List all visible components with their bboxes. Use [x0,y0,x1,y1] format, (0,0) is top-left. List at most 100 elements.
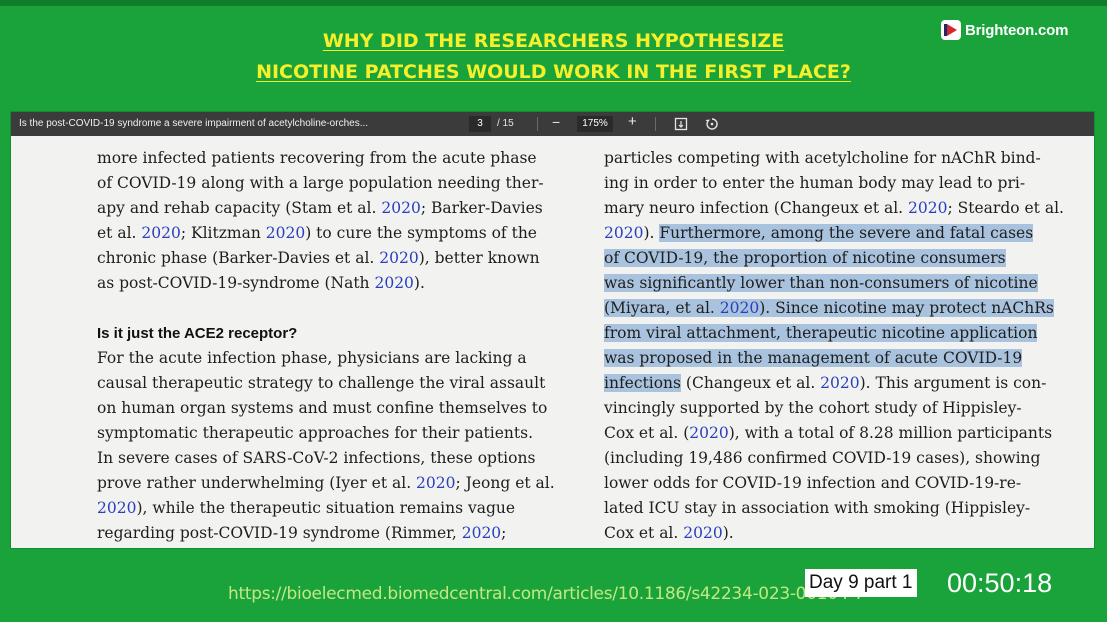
text-line: regarding post-COVID-19 syndrome (Rimmer… [97,521,577,546]
video-timer: 00:50:18 [947,568,1053,598]
citation-link[interactable]: 2020 [374,274,413,292]
brighteon-logo-text: Brighteon.com [965,21,1069,39]
citation-link[interactable]: 2020 [141,224,180,242]
text-line: vincingly supported by the cohort study … [604,399,1022,417]
text-line: prove rather underwhelming (Iyer et al. … [97,471,577,496]
text-run: (Changeux et al. [681,374,821,392]
text-run: ). [413,274,425,292]
highlighted-text: was significantly lower than non-consume… [604,274,1038,292]
pdf-page: more infected patients recovering from t… [11,136,1094,548]
text-line: (including 19,486 confirmed COVID-19 cas… [604,449,1041,467]
text-run: ). [722,524,734,542]
section-heading: Is it just the ACE2 receptor? [97,325,298,342]
pdf-viewer: Is the post-COVID-19 syndrome a severe i… [11,112,1094,548]
text-run: ). [643,224,660,242]
text-run: regarding post-COVID-19 syndrome (Rimmer… [97,524,462,542]
zoom-in-button[interactable]: + [628,113,637,130]
pdf-toolbar: Is the post-COVID-19 syndrome a severe i… [11,112,1094,136]
citation-link[interactable]: 2020 [604,224,643,242]
citation-link[interactable]: 2020 [720,299,759,317]
text-line: particles competing with acetylcholine f… [604,149,1041,167]
text-run: ; Steardo et al. [947,199,1064,217]
text-line: 2020), while the therapeutic situation r… [97,496,577,521]
text-run: ; Barker-Davies [420,199,543,217]
text-run: ), with a total of 8.28 million particip… [728,424,1053,442]
text-line: Cox et al. (2020), with a total of 8.28 … [604,421,1086,446]
headline-line-2: NICOTINE PATCHES WOULD WORK IN THE FIRST… [256,61,851,83]
text-line: 2020). Furthermore, among the severe and… [604,221,1086,246]
text-line: was proposed in the management of acute … [604,346,1086,371]
highlighted-text: from viral attachment, therapeutic nicot… [604,324,1038,342]
fit-page-icon[interactable] [674,117,688,131]
text-run: ; Jeong et al. [455,474,555,492]
text-line: mary neuro infection (Changeux et al. 20… [604,196,1086,221]
highlighted-text: was proposed in the management of acute … [604,349,1023,367]
citation-link[interactable]: 2020 [908,199,947,217]
text-run: Cox et al. ( [604,424,690,442]
citation-link[interactable]: 2020 [820,374,859,392]
citation-link[interactable]: 2020 [462,524,501,542]
highlighted-text: (Miyara, et al. 2020). Since nicotine ma… [604,299,1054,317]
left-text-column: more infected patients recovering from t… [97,146,577,546]
text-line: symptomatic therapeutic approaches for t… [97,424,534,442]
rotate-icon[interactable] [704,116,720,132]
text-run: mary neuro infection (Changeux et al. [604,199,909,217]
brighteon-logo[interactable]: Brighteon.com [940,18,1068,42]
text-line: apy and rehab capacity (Stam et al. 2020… [97,196,577,221]
text-line: In severe cases of SARS-CoV-2 infections… [97,449,536,467]
text-run: ; Klitzman [180,224,266,242]
text-run: chronic phase (Barker-Davies et al. [97,249,380,267]
text-run: ). Since nicotine may protect nAChRs [759,299,1054,317]
text-line: was significantly lower than non-consume… [604,271,1086,296]
zoom-level-input[interactable]: 175% [577,116,613,132]
text-run: apy and rehab capacity (Stam et al. [97,199,382,217]
text-line: of COVID-19 along with a large populatio… [97,174,544,192]
citation-link[interactable]: 2020 [379,249,418,267]
text-line: infections (Changeux et al. 2020). This … [604,371,1086,396]
text-line: on human organ systems and must confine … [97,399,548,417]
text-run: ), better known [418,249,540,267]
source-url[interactable]: https://bioelecmed.biomedcentral.com/art… [228,584,888,604]
right-text-column: particles competing with acetylcholine f… [604,146,1086,546]
text-line: lower odds for COVID-19 infection and CO… [604,474,1022,492]
text-line: as post-COVID-19-syndrome (Nath 2020). [97,271,577,296]
text-run: (Miyara, et al. [604,299,720,317]
text-line: (Miyara, et al. 2020). Since nicotine ma… [604,296,1086,321]
zoom-out-button[interactable]: − [552,114,560,130]
top-strip [0,0,1107,6]
episode-badge: Day 9 part 1 [805,569,917,597]
text-line: causal therapeutic strategy to challenge… [97,374,546,392]
text-line: more infected patients recovering from t… [97,149,537,167]
page-number-input[interactable]: 3 [469,116,491,132]
brighteon-play-icon [941,20,961,40]
citation-link[interactable]: 2020 [683,524,722,542]
citation-link[interactable]: 2020 [97,499,136,517]
text-run: as post-COVID-19-syndrome (Nath [97,274,375,292]
citation-link[interactable]: 2020 [689,424,728,442]
text-run: ; [501,524,507,542]
toolbar-divider [537,117,538,131]
toolbar-divider [655,117,656,131]
highlighted-text: of COVID-19, the proportion of nicotine … [604,249,1006,267]
highlighted-text: Furthermore, among the severe and fatal … [659,224,1034,242]
text-run: ) to cure the symptoms of the [305,224,537,242]
text-line: of COVID-19, the proportion of nicotine … [604,246,1086,271]
text-line: chronic phase (Barker-Davies et al. 2020… [97,246,577,271]
text-line: ing in order to enter the human body may… [604,174,1026,192]
text-run: Cox et al. [604,524,684,542]
citation-link[interactable]: 2020 [266,224,305,242]
text-line: et al. 2020; Klitzman 2020) to cure the … [97,221,577,246]
document-title: Is the post-COVID-19 syndrome a severe i… [19,118,369,129]
text-line: from viral attachment, therapeutic nicot… [604,321,1086,346]
text-line: lated ICU stay in association with smoki… [604,499,1031,517]
page-total: / 15 [497,118,514,129]
text-run: ), while the therapeutic situation remai… [136,499,516,517]
text-run: ). This argument is con- [859,374,1047,392]
citation-link[interactable]: 2020 [381,199,420,217]
text-line: Cox et al. 2020). [604,521,1086,546]
citation-link[interactable]: 2020 [416,474,455,492]
highlighted-text: infections [604,374,681,392]
text-run: prove rather underwhelming (Iyer et al. [97,474,417,492]
text-line: For the acute infection phase, physician… [97,349,527,367]
